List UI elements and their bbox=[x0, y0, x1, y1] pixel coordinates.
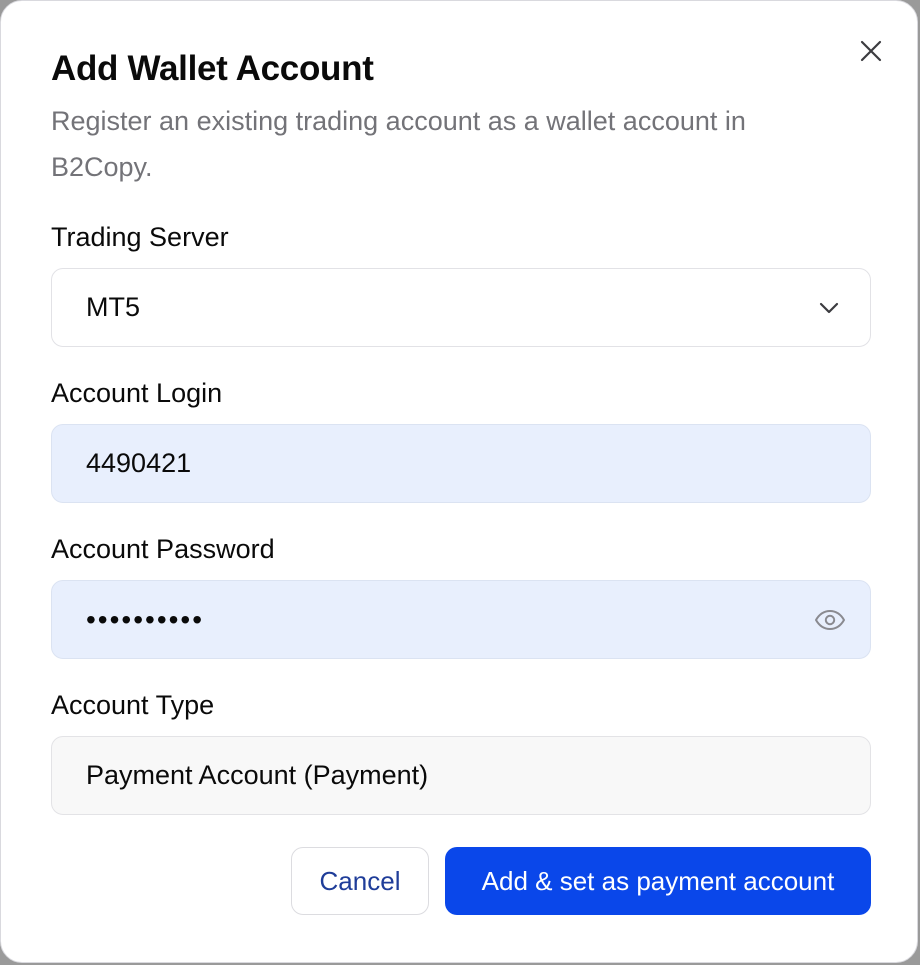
add-and-set-payment-account-button[interactable]: Add & set as payment account bbox=[445, 847, 871, 915]
close-button[interactable] bbox=[853, 35, 889, 71]
dialog-title: Add Wallet Account bbox=[51, 49, 374, 88]
account-type-label: Account Type bbox=[51, 690, 215, 720]
trading-server-value: MT5 bbox=[86, 292, 140, 322]
account-password-value: •••••••••• bbox=[86, 603, 205, 635]
cancel-button[interactable]: Cancel bbox=[291, 847, 429, 915]
chevron-down-icon bbox=[818, 301, 840, 315]
add-wallet-account-dialog: Add Wallet Account Register an existing … bbox=[0, 0, 918, 963]
account-type-value: Payment Account (Payment) bbox=[86, 760, 429, 790]
trading-server-label: Trading Server bbox=[51, 222, 229, 252]
account-password-input[interactable]: •••••••••• bbox=[51, 580, 871, 659]
account-login-label: Account Login bbox=[51, 378, 223, 408]
close-icon bbox=[860, 40, 882, 67]
account-password-label: Account Password bbox=[51, 534, 275, 564]
account-type-field: Payment Account (Payment) bbox=[51, 736, 871, 815]
trading-server-select[interactable]: MT5 bbox=[51, 268, 871, 347]
dialog-description: Register an existing trading account as … bbox=[51, 106, 746, 182]
account-login-value: 4490421 bbox=[86, 448, 192, 478]
account-login-input[interactable]: 4490421 bbox=[51, 424, 871, 503]
eye-icon[interactable] bbox=[814, 609, 846, 631]
